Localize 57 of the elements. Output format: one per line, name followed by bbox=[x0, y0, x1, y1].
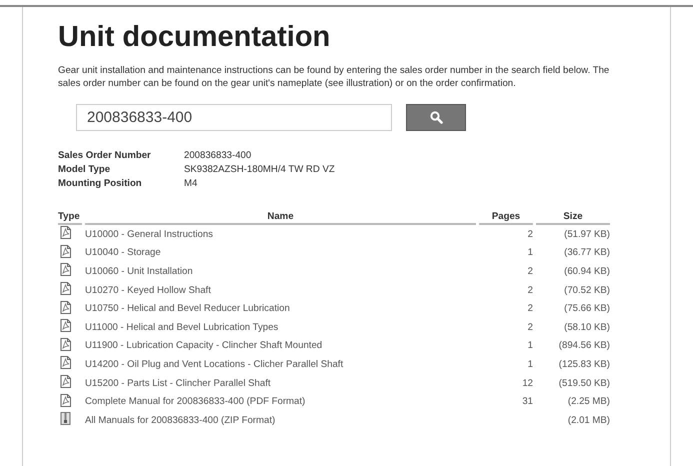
document-link[interactable]: U10060 - Unit Installation bbox=[85, 266, 193, 277]
file-size: (894.56 KB) bbox=[558, 340, 610, 352]
page-count: 31 bbox=[522, 396, 533, 408]
page-count: 1 bbox=[528, 247, 533, 258]
document-link[interactable]: Complete Manual for 200836833-400 (PDF Format) bbox=[85, 396, 306, 408]
pdf-file-icon bbox=[60, 338, 71, 351]
pdf-file-icon bbox=[60, 394, 71, 407]
pdf-file-icon bbox=[60, 375, 71, 388]
intro-text: Gear unit installation and maintenance instructions can be found by entering the sales order number in the search field below. The sales order number can be found on the gear unit's nameplate (see illustration) or on the order confirmation. bbox=[58, 64, 610, 90]
page-title: Unit documentation bbox=[58, 20, 332, 54]
file-size: (58.10 KB) bbox=[564, 322, 610, 333]
page-count: 12 bbox=[522, 378, 533, 389]
file-size: (36.77 KB) bbox=[564, 247, 610, 258]
page-count: 2 bbox=[528, 228, 533, 240]
detail-label: Model Type bbox=[58, 164, 112, 175]
page-count: 2 bbox=[528, 266, 533, 277]
document-link[interactable]: U11900 - Lubrication Capacity - Clincher Shaft Mounted bbox=[85, 340, 322, 352]
search-icon bbox=[430, 111, 442, 124]
file-size: (70.52 KB) bbox=[564, 284, 610, 296]
pdf-file-icon bbox=[60, 356, 71, 370]
page-count: 1 bbox=[528, 340, 533, 352]
search-field[interactable]: 200836833-400 bbox=[76, 104, 392, 131]
search-button[interactable] bbox=[406, 104, 466, 131]
page-count: 2 bbox=[528, 303, 533, 314]
file-size: (51.97 KB) bbox=[564, 228, 610, 240]
detail-value: 200836833-400 bbox=[184, 150, 252, 161]
pdf-file-icon bbox=[60, 282, 71, 296]
document-link[interactable]: U15200 - Parts List - Clincher Parallel Shaft bbox=[85, 378, 271, 389]
file-size: (125.83 KB) bbox=[558, 358, 610, 370]
detail-value: SK9382AZSH-180MH/4 TW RD VZ bbox=[184, 164, 336, 175]
column-header: Name bbox=[85, 211, 476, 225]
detail-value: M4 bbox=[184, 178, 198, 189]
page-count: 2 bbox=[528, 322, 533, 333]
page-count: 2 bbox=[528, 284, 533, 296]
file-size: (2.01 MB) bbox=[568, 414, 610, 426]
file-size: (2.25 MB) bbox=[568, 396, 610, 408]
document-link[interactable]: U10750 - Helical and Bevel Reducer Lubrication bbox=[85, 303, 290, 314]
file-size: (60.94 KB) bbox=[564, 266, 610, 277]
document-link[interactable]: U10000 - General Instructions bbox=[85, 228, 213, 240]
document-link[interactable]: U10040 - Storage bbox=[85, 247, 161, 258]
pdf-file-icon bbox=[60, 244, 71, 258]
document-link[interactable]: All Manuals for 200836833-400 (ZIP Format) bbox=[85, 414, 276, 426]
pdf-file-icon bbox=[60, 300, 71, 314]
detail-label: Mounting Position bbox=[58, 178, 143, 189]
file-size: (75.66 KB) bbox=[564, 303, 610, 314]
pdf-file-icon bbox=[60, 226, 71, 240]
detail-label: Sales Order Number bbox=[58, 150, 152, 161]
page-count: 1 bbox=[528, 358, 533, 370]
file-size: (519.50 KB) bbox=[558, 378, 610, 389]
document-link[interactable]: U10270 - Keyed Hollow Shaft bbox=[85, 284, 211, 296]
document-link[interactable]: U14200 - Oil Plug and Vent Locations - Clicher Parallel Shaft bbox=[85, 358, 344, 370]
document-link[interactable]: U11000 - Helical and Bevel Lubrication Types bbox=[85, 322, 278, 333]
column-header: Size bbox=[536, 211, 610, 225]
pdf-file-icon bbox=[60, 319, 71, 332]
column-header: Pages bbox=[479, 211, 533, 225]
zip-file-icon bbox=[60, 412, 71, 426]
pdf-file-icon bbox=[60, 263, 71, 276]
